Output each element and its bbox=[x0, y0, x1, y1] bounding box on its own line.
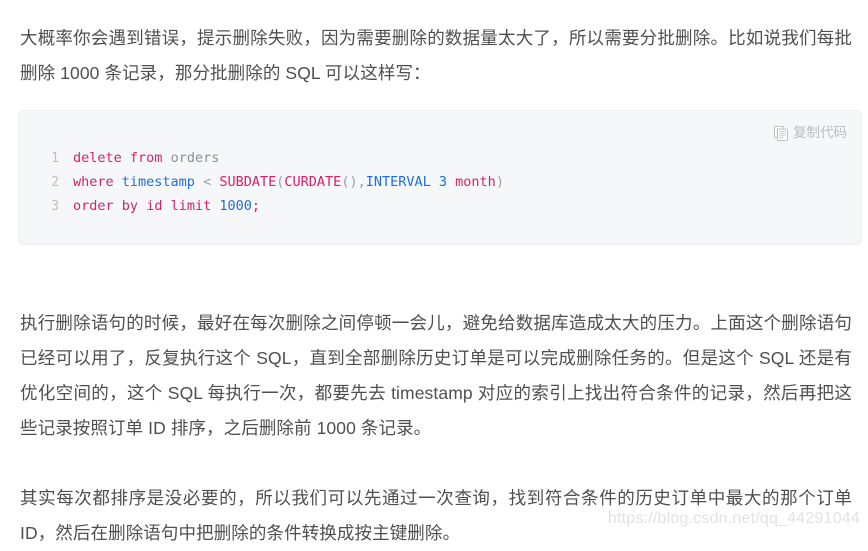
code-token-op: < bbox=[203, 174, 212, 190]
code-token-type: INTERVAL bbox=[365, 174, 431, 190]
code-line-number: 3 bbox=[51, 199, 59, 214]
copy-icon bbox=[774, 125, 788, 141]
code-token-kw: ; bbox=[251, 198, 261, 214]
paragraph-intro: 大概率你会遇到错误，提示删除失败，因为需要删除的数据量太大了，所以需要分批删除。… bbox=[20, 27, 852, 83]
code-line-number: 2 bbox=[51, 175, 59, 190]
code-token-punc: ) bbox=[495, 174, 504, 190]
code-token-punc: () bbox=[341, 174, 358, 190]
code-line-number: 1 bbox=[51, 151, 59, 166]
copy-code-label: 复制代码 bbox=[793, 125, 847, 140]
code-token-num: 1000 bbox=[219, 198, 252, 214]
code-token-kw: limit bbox=[170, 198, 212, 214]
code-block: 复制代码 1 delete from orders 2 where timestamp… bbox=[18, 110, 862, 245]
code-token-kw: delete bbox=[73, 150, 122, 166]
code-token-num: 3 bbox=[438, 174, 448, 190]
code-lines[interactable]: 1 delete from orders 2 where timestamp < SU… bbox=[19, 146, 861, 218]
code-token-type: timestamp bbox=[121, 174, 195, 190]
code-token-kw: by bbox=[121, 198, 139, 214]
code-line: 1 delete from orders bbox=[19, 146, 861, 170]
code-token-punc: , bbox=[357, 174, 366, 190]
paragraph-execution-notes: 执行删除语句的时候，最好在每次删除之间停顿一会儿，避免给数据库造成太大的压力。上… bbox=[20, 312, 852, 438]
article-content: 大概率你会遇到错误，提示删除失败，因为需要删除的数据量太大了，所以需要分批删除。… bbox=[0, 0, 868, 543]
code-token-fn: SUBDATE bbox=[219, 174, 277, 190]
code-line-text: order by id limit 1000; bbox=[73, 194, 260, 218]
paragraph-optimization: 其实每次都排序是没必要的，所以我们可以先通过一次查询，找到符合条件的历史订单中最… bbox=[20, 487, 852, 543]
copy-code-button[interactable]: 复制代码 bbox=[774, 124, 847, 142]
code-line: 3 order by id limit 1000; bbox=[19, 194, 861, 218]
code-token-kw: id bbox=[146, 198, 163, 214]
code-line-text: where timestamp < SUBDATE(CURDATE(),INTE… bbox=[73, 170, 504, 194]
code-token-kw: order bbox=[73, 198, 114, 214]
code-token-kw: where bbox=[73, 174, 114, 190]
code-token-kw: month bbox=[455, 174, 496, 190]
code-line: 2 where timestamp < SUBDATE(CURDATE(),INT… bbox=[19, 170, 861, 194]
code-token-fn: CURDATE bbox=[284, 174, 342, 190]
code-line-text: delete from orders bbox=[73, 146, 219, 170]
code-token-kw: from bbox=[129, 150, 163, 166]
code-token-id: orders bbox=[170, 150, 220, 166]
